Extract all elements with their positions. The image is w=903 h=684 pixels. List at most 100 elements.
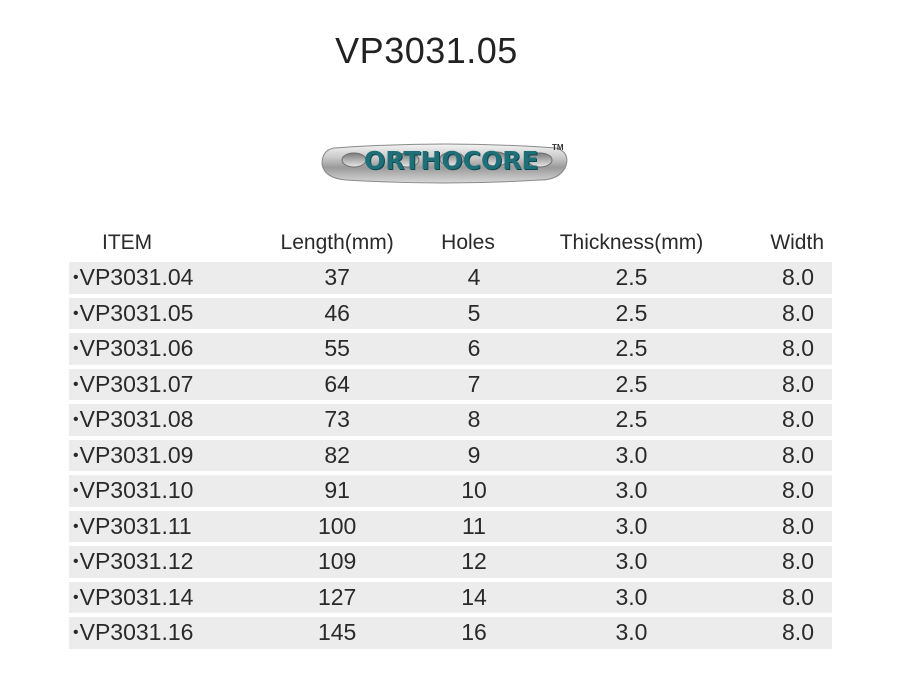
width-value: 8.0 (726, 439, 832, 471)
item-code: •VP3031.16 (69, 617, 264, 649)
holes-value: 11 (411, 510, 537, 542)
item-code-text: VP3031.07 (79, 370, 194, 397)
header-width: Width (770, 231, 824, 254)
length-value: 55 (263, 333, 412, 365)
length-value: 91 (263, 475, 412, 507)
bullet-icon: • (73, 375, 79, 393)
holes-value: 7 (411, 368, 537, 400)
holes-value: 8 (411, 404, 537, 436)
item-code: •VP3031.14 (69, 581, 264, 613)
table-row: •VP3031.06 55 6 2.5 8.0 (69, 333, 832, 365)
item-code: •VP3031.06 (69, 333, 264, 365)
bone-plate-image: ORTHOCORE TM (320, 138, 570, 188)
holes-value: 9 (411, 439, 537, 471)
table-row: •VP3031.10 91 10 3.0 8.0 (69, 475, 832, 507)
holes-value: 5 (411, 297, 537, 329)
thickness-value: 3.0 (536, 439, 727, 471)
thickness-value: 3.0 (536, 510, 727, 542)
length-value: 37 (263, 262, 412, 294)
table-row: •VP3031.04 37 4 2.5 8.0 (69, 262, 832, 294)
table-row: •VP3031.05 46 5 2.5 8.0 (69, 297, 832, 329)
length-value: 109 (263, 546, 412, 578)
item-code-text: VP3031.16 (79, 619, 194, 646)
width-value: 8.0 (726, 368, 832, 400)
table-header-row: ITEM Length(mm) Holes Thickness(mm) Widt… (69, 228, 832, 258)
thickness-value: 2.5 (536, 333, 727, 365)
table-row: •VP3031.11 100 11 3.0 8.0 (69, 510, 832, 542)
item-code: •VP3031.05 (69, 297, 264, 329)
holes-value: 14 (411, 581, 537, 613)
bullet-icon: • (73, 411, 79, 429)
product-spec-table: ITEM Length(mm) Holes Thickness(mm) Widt… (69, 224, 832, 653)
width-value: 8.0 (726, 617, 832, 649)
length-value: 64 (263, 368, 412, 400)
item-code: •VP3031.04 (69, 262, 264, 294)
page-title: VP3031.05 (335, 30, 518, 71)
table-row: •VP3031.14 127 14 3.0 8.0 (69, 581, 832, 613)
header-item: ITEM (102, 231, 153, 254)
header-holes: Holes (441, 231, 495, 254)
length-value: 46 (263, 297, 412, 329)
length-value: 127 (263, 581, 412, 613)
item-code: •VP3031.11 (69, 510, 264, 542)
table-row: •VP3031.12 109 12 3.0 8.0 (69, 546, 832, 578)
thickness-value: 3.0 (536, 546, 727, 578)
holes-value: 6 (411, 333, 537, 365)
length-value: 82 (263, 439, 412, 471)
item-code-text: VP3031.14 (79, 583, 194, 610)
length-value: 73 (263, 404, 412, 436)
table-row: •VP3031.07 64 7 2.5 8.0 (69, 368, 832, 400)
table-body: •VP3031.04 37 4 2.5 8.0 •VP3031.05 46 5 2.5 8.0 •V… (69, 262, 832, 649)
bullet-icon: • (73, 553, 79, 571)
item-code-text: VP3031.05 (79, 299, 194, 326)
item-code-text: VP3031.12 (79, 548, 194, 575)
thickness-value: 3.0 (536, 617, 727, 649)
header-thickness: Thickness(mm) (559, 231, 704, 254)
thickness-value: 2.5 (536, 368, 727, 400)
length-value: 145 (263, 617, 412, 649)
item-code-text: VP3031.09 (79, 441, 194, 468)
holes-value: 10 (411, 475, 537, 507)
width-value: 8.0 (726, 581, 832, 613)
bullet-icon: • (73, 340, 79, 358)
orthocore-logo: ORTHOCORE (364, 146, 539, 175)
bullet-icon: • (73, 482, 79, 500)
length-value: 100 (263, 510, 412, 542)
item-code-text: VP3031.06 (79, 335, 194, 362)
holes-value: 4 (411, 262, 537, 294)
width-value: 8.0 (726, 546, 832, 578)
width-value: 8.0 (726, 297, 832, 329)
item-code-text: VP3031.04 (79, 264, 194, 291)
item-code: •VP3031.12 (69, 546, 264, 578)
item-code-text: VP3031.10 (79, 477, 194, 504)
width-value: 8.0 (726, 475, 832, 507)
bullet-icon: • (73, 588, 79, 606)
width-value: 8.0 (726, 404, 832, 436)
holes-value: 16 (411, 617, 537, 649)
bullet-icon: • (73, 517, 79, 535)
width-value: 8.0 (726, 262, 832, 294)
thickness-value: 2.5 (536, 404, 727, 436)
table-row: •VP3031.16 145 16 3.0 8.0 (69, 617, 832, 649)
width-value: 8.0 (726, 333, 832, 365)
trademark-mark: TM (552, 143, 564, 152)
table-row: •VP3031.09 82 9 3.0 8.0 (69, 439, 832, 471)
bullet-icon: • (73, 624, 79, 642)
width-value: 8.0 (726, 510, 832, 542)
item-code-text: VP3031.11 (79, 512, 192, 539)
item-code: •VP3031.09 (69, 439, 264, 471)
header-length: Length(mm) (280, 231, 394, 254)
bullet-icon: • (73, 446, 79, 464)
bullet-icon: • (73, 304, 79, 322)
item-code: •VP3031.08 (69, 404, 264, 436)
item-code-text: VP3031.08 (79, 406, 194, 433)
thickness-value: 3.0 (536, 581, 727, 613)
item-code: •VP3031.10 (69, 475, 264, 507)
thickness-value: 2.5 (536, 262, 727, 294)
item-code: •VP3031.07 (69, 368, 264, 400)
table-row: •VP3031.08 73 8 2.5 8.0 (69, 404, 832, 436)
thickness-value: 3.0 (536, 475, 727, 507)
thickness-value: 2.5 (536, 297, 727, 329)
holes-value: 12 (411, 546, 537, 578)
bullet-icon: • (73, 269, 79, 287)
